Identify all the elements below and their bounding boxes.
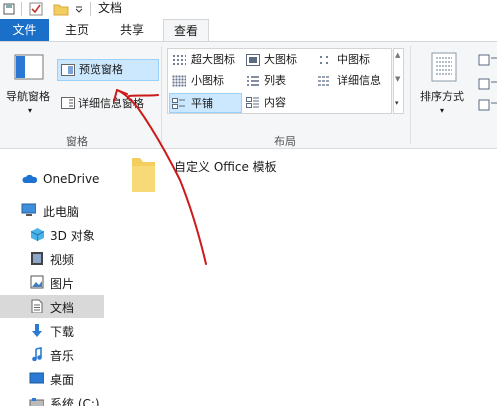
annotation-arrow bbox=[113, 89, 207, 265]
